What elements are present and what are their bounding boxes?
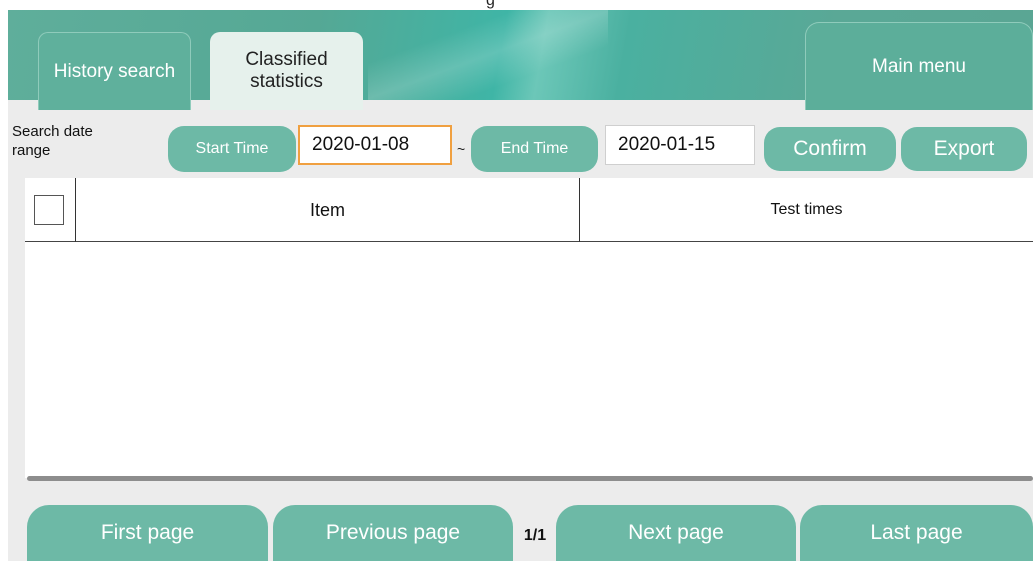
header-sheen	[368, 10, 608, 100]
export-button[interactable]: Export	[901, 127, 1027, 171]
main-menu-button[interactable]: Main menu	[805, 22, 1033, 110]
start-time-button[interactable]: Start Time	[168, 126, 296, 172]
first-page-button[interactable]: First page	[27, 505, 268, 561]
end-time-button[interactable]: End Time	[471, 126, 598, 172]
search-date-range-label: Search date range	[12, 123, 93, 159]
horizontal-scrollbar[interactable]	[27, 476, 1033, 481]
table-header-row: Item Test times	[25, 178, 1033, 242]
column-header-item[interactable]: Item	[76, 178, 579, 242]
next-page-button[interactable]: Next page	[556, 505, 796, 561]
header-bar: History search Classified statistics Mai…	[8, 10, 1033, 110]
select-all-checkbox[interactable]	[34, 195, 64, 225]
window-title-fragment: g	[486, 0, 495, 9]
last-page-button[interactable]: Last page	[800, 505, 1033, 561]
app-window: g History search Classified statistics M…	[8, 0, 1033, 561]
tab-classified-statistics[interactable]: Classified statistics	[210, 32, 363, 110]
statistics-table: Item Test times	[25, 178, 1033, 478]
tab-history-search[interactable]: History search	[38, 32, 191, 110]
end-date-field[interactable]: 2020-01-15	[605, 125, 755, 165]
date-separator: ~	[457, 141, 466, 157]
title-strip: g	[8, 0, 1033, 10]
column-header-test-times[interactable]: Test times	[580, 178, 1033, 242]
previous-page-button[interactable]: Previous page	[273, 505, 513, 561]
page-indicator: 1/1	[523, 527, 547, 544]
start-date-field[interactable]: 2020-01-08	[298, 125, 452, 165]
confirm-button[interactable]: Confirm	[764, 127, 896, 171]
